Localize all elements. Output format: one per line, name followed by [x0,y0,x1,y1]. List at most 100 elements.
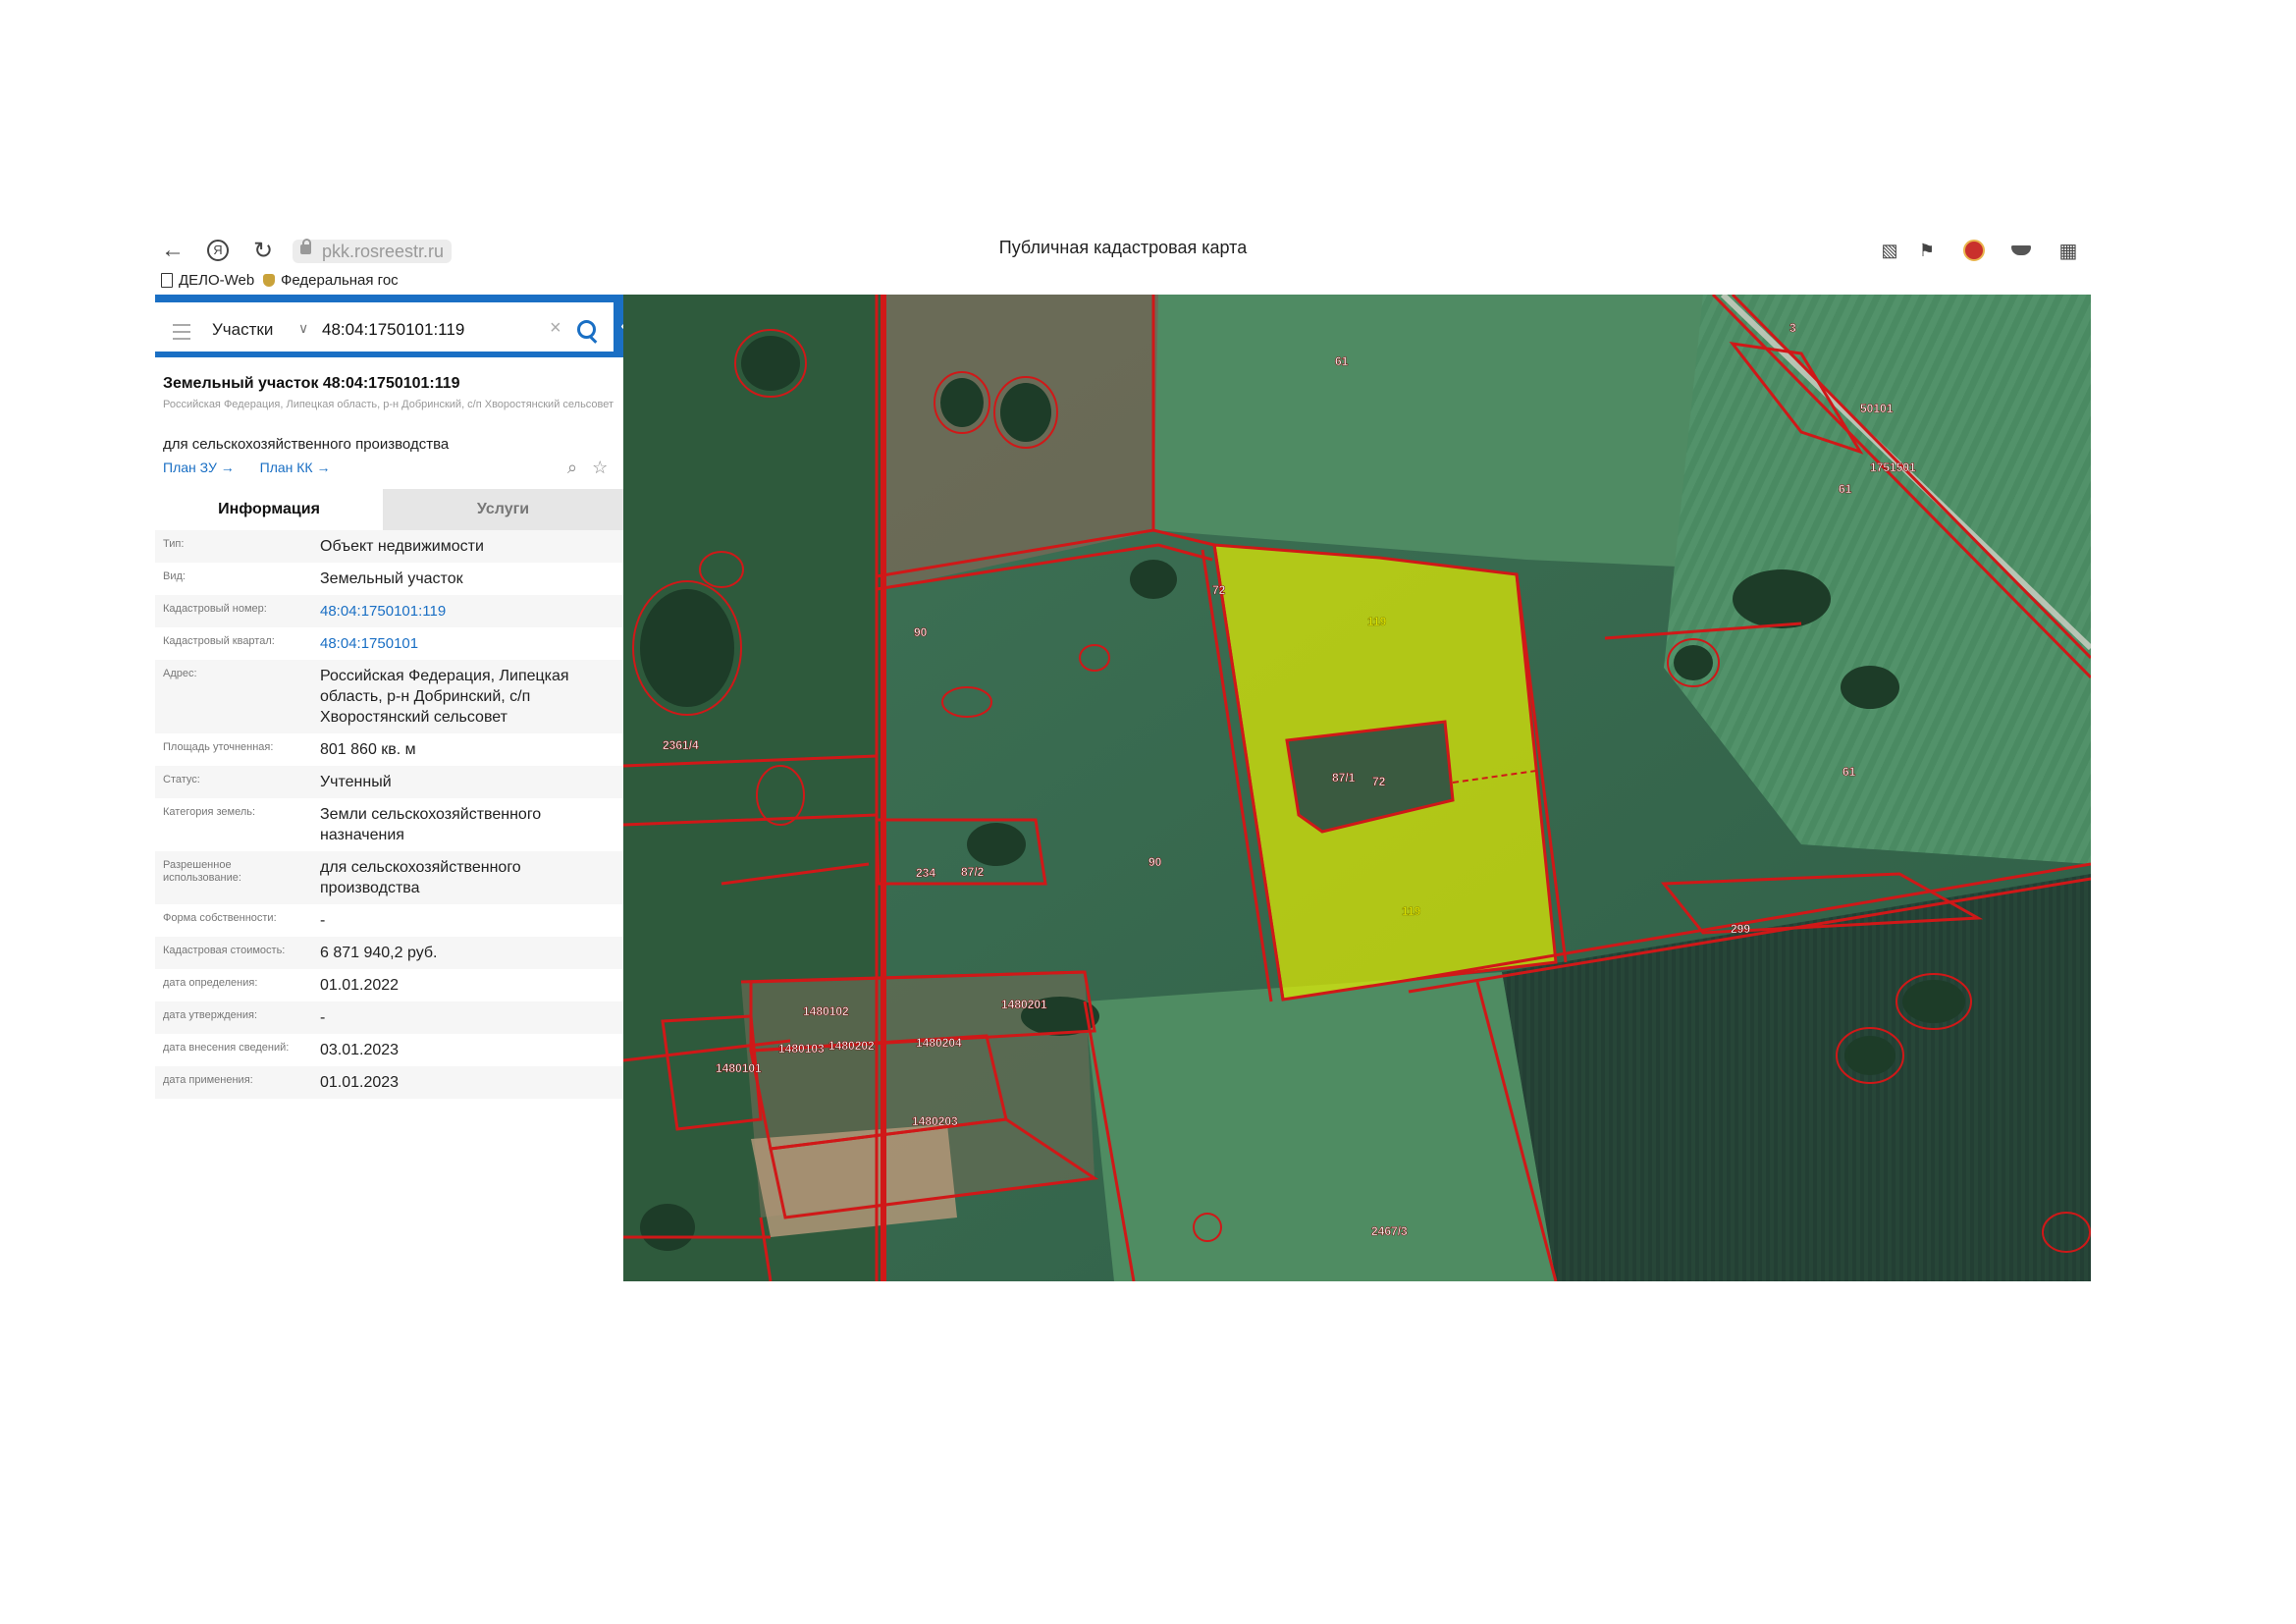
back-arrow-icon[interactable]: ← [155,226,190,275]
plan-links: План ЗУ → План КК → [163,460,351,475]
info-row: Тип: Объект недвижимости [155,530,623,563]
info-table: Тип: Объект недвижимости Вид: Земельный уча… [155,530,623,1099]
object-tools: ⌕ ☆ [558,458,608,478]
info-row-label: Категория земель: [163,806,256,818]
parcel-label: 72 [1372,775,1386,788]
document-icon [161,273,173,288]
info-row-label: Кадастровая стоимость: [163,945,286,956]
parcel-label: 61 [1335,354,1349,368]
chevron-down-icon[interactable]: ∨ [298,320,308,337]
info-row: Площадь уточненная: 801 860 кв. м [155,733,623,766]
info-row-label: Адрес: [163,668,197,679]
parcel-label: 234 [916,866,935,880]
parcel-label: 2467/3 [1371,1224,1408,1238]
translate-icon[interactable]: ▧ [1875,226,1904,275]
info-row-value: 801 860 кв. м [320,741,416,758]
plan-zu-link[interactable]: План ЗУ → [163,460,235,475]
extension-avatar-icon[interactable] [1959,226,1989,275]
parcel-label: 72 [1212,583,1226,597]
info-row-value: - [320,1009,326,1026]
info-row: дата определения: 01.01.2022 [155,969,623,1001]
info-row: дата внесения сведений: 03.01.2023 [155,1034,623,1066]
star-icon[interactable]: ☆ [592,458,608,477]
info-row-label: Кадастровый квартал: [163,635,275,647]
info-row-value: 6 871 940,2 руб. [320,945,438,961]
shield-icon[interactable] [2006,226,2036,275]
info-row-value: - [320,912,326,929]
search-bar: Участки ∨ × [155,302,614,357]
info-row-label: дата утверждения: [163,1009,258,1021]
parcel-label: 1480101 [716,1061,762,1075]
tab-services[interactable]: Услуги [383,489,623,530]
reload-icon[interactable]: ↻ [245,226,281,275]
search-icon[interactable] [577,320,596,339]
lock-icon [300,239,311,254]
parcel-label: 1480202 [828,1039,875,1053]
menu-icon[interactable] [173,324,190,340]
parcel-label: 1480203 [912,1114,958,1128]
info-row: дата утверждения: - [155,1001,623,1034]
info-row-label: дата внесения сведений: [163,1042,290,1054]
info-row-value: Объект недвижимости [320,538,484,555]
url-text: pkk.rosreestr.ru [322,242,445,261]
bookmark-label: ДЕЛО-Web [179,272,255,289]
parcel-label: 61 [1842,765,1856,779]
parcel-label: 119 [1402,904,1421,918]
info-row-label: Статус: [163,774,200,785]
info-row-value: 01.01.2023 [320,1074,400,1091]
info-row: Форма собственности: - [155,904,623,937]
parcel-label: 1480102 [803,1004,849,1018]
info-row: Категория земель: Земли сельскохозяйствен… [155,798,623,851]
parcel-label: 119 [1367,615,1387,628]
bookmark-federal[interactable]: Федеральная гос [263,272,399,289]
search-type-select[interactable]: Участки [212,320,273,340]
cadastral-map[interactable]: 61 3 50101 1751501 61 72 119 90 2361/4 87/1 72 61 23… [623,295,2091,1281]
zoom-to-object-icon[interactable]: ⌕ [567,458,577,477]
crest-icon [263,274,275,287]
parcel-label: 50101 [1860,402,1894,415]
parcel-label: 90 [914,625,928,639]
object-use: для сельскохозяйственного производства [163,436,450,453]
info-row-label: Разрешенное использование: [163,859,241,884]
parcel-label: 1480103 [778,1042,825,1056]
info-row-label: Кадастровый номер: [163,603,267,615]
info-row-label: Площадь уточненная: [163,741,274,753]
clear-icon[interactable]: × [550,317,561,340]
info-row: Адрес: Российская Федерация, Липецкая обл… [155,660,623,733]
address-bar[interactable]: pkk.rosreestr.ru [293,239,453,263]
parcel-label: 87/2 [961,865,985,879]
object-title: Земельный участок 48:04:1750101:119 [163,375,460,392]
info-row-value: Учтенный [320,774,392,790]
yandex-icon[interactable]: Я [200,226,236,275]
info-row: дата применения: 01.01.2023 [155,1066,623,1099]
info-row-label: дата определения: [163,977,258,989]
parcel-label: 1751501 [1870,460,1916,474]
parcel-label: 90 [1148,855,1162,869]
object-address: Российская Федерация, Липецкая область, … [163,399,614,410]
info-row: Кадастровый квартал: 48:04:1750101 [155,627,623,660]
parcel-label: 87/1 [1332,771,1356,785]
bookmark-icon[interactable]: ⚑ [1912,226,1942,275]
info-sidebar: Участки ∨ × ‹ Земельный участок 48:04:17… [155,295,634,1281]
sidebar-tabs: Информация Услуги [155,489,623,530]
parcel-label: 61 [1839,482,1852,496]
info-row-label: дата применения: [163,1074,253,1086]
field-south [1085,972,1556,1281]
info-row: Разрешенное использование: для сельскохоз… [155,851,623,904]
info-row: Статус: Учтенный [155,766,623,798]
info-row-label: Вид: [163,570,186,582]
plan-kk-link[interactable]: План КК → [260,460,331,475]
tab-information[interactable]: Информация [155,489,383,530]
bookmark-delo-web[interactable]: ДЕЛО-Web [161,272,254,289]
search-input[interactable] [322,316,538,344]
extensions-puzzle-icon[interactable]: ▦ [2054,226,2083,275]
sidebar-top-strip [155,295,623,302]
info-row-link[interactable]: 48:04:1750101:119 [320,595,623,627]
map-canvas[interactable]: 61 3 50101 1751501 61 72 119 90 2361/4 87/1 72 61 23… [623,295,2091,1281]
field-bare [751,1124,957,1237]
info-row-value: Земли сельскохозяйственного назначения [320,806,542,843]
info-row-link[interactable]: 48:04:1750101 [320,627,623,660]
info-row-value: 03.01.2023 [320,1042,400,1058]
parcel-label: 3 [1789,321,1796,335]
info-row-value: 01.01.2022 [320,977,400,994]
